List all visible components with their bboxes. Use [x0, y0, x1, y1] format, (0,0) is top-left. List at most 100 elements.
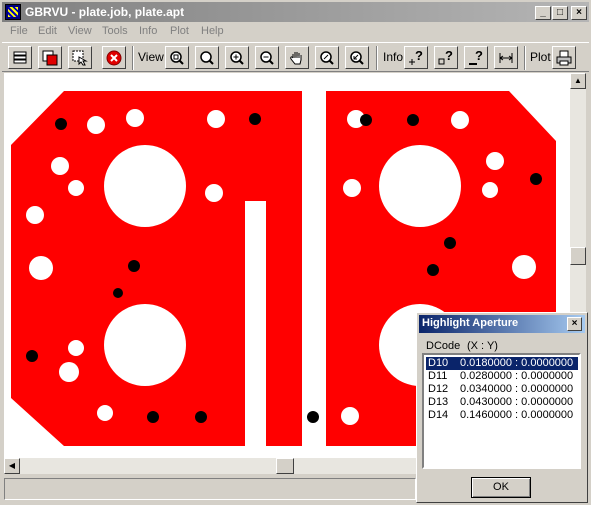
highlight-aperture-dialog: Highlight Aperture × DCode (X : Y) D10 0… — [416, 312, 588, 503]
menu-tools[interactable]: Tools — [102, 25, 128, 37]
aperture-size: 0.0180000 : 0.0000000 — [460, 357, 574, 369]
list-item[interactable]: D12 0.0340000 : 0.0000000 — [426, 383, 578, 396]
title-bar[interactable]: GBRVU - plate.job, plate.apt _ □ × — [2, 2, 589, 22]
pad — [97, 405, 113, 421]
window-title: GBRVU - plate.job, plate.apt — [25, 5, 185, 19]
pad — [341, 407, 359, 425]
drill-hit — [55, 118, 67, 130]
toolbar: View Info ? ? ? Plot — [2, 42, 589, 72]
drill-hit — [307, 411, 319, 423]
menu-file[interactable]: File — [10, 25, 28, 37]
stop-icon[interactable] — [102, 46, 126, 69]
drill-hit — [360, 114, 372, 126]
maximize-button[interactable]: □ — [552, 6, 568, 20]
dcode: D13 — [428, 396, 449, 408]
pad — [29, 256, 53, 280]
menu-view[interactable]: View — [68, 25, 92, 37]
status-bar — [4, 478, 416, 500]
horizontal-scroll-thumb[interactable] — [276, 458, 294, 474]
minimize-button[interactable]: _ — [535, 6, 551, 20]
plot-label: Plot — [530, 50, 551, 64]
mounting-hole — [379, 145, 461, 227]
horizontal-scrollbar[interactable]: ◀ — [4, 458, 420, 474]
measure-icon[interactable] — [494, 46, 518, 69]
scroll-left-icon[interactable]: ◀ — [4, 458, 20, 474]
aperture-list[interactable]: D10 0.0180000 : 0.0000000 D11 0.0280000 … — [422, 353, 581, 469]
dcode: D14 — [428, 409, 449, 421]
color-fill-icon[interactable] — [38, 46, 62, 69]
pad — [26, 206, 44, 224]
layers-icon[interactable] — [8, 46, 32, 69]
pad — [207, 110, 225, 128]
pad — [205, 184, 223, 202]
toolbar-separator — [132, 46, 134, 70]
print-icon[interactable] — [552, 46, 576, 69]
dialog-title: Highlight Aperture — [422, 317, 519, 329]
drill-hit — [195, 411, 207, 423]
copper-plate-left — [11, 91, 302, 446]
pad — [126, 109, 144, 127]
drill-hit — [147, 411, 159, 423]
menu-bar: File Edit View Tools Info Plot Help — [2, 23, 589, 41]
zoom-window-icon[interactable] — [195, 46, 219, 69]
column-header-xy: (X : Y) — [467, 340, 498, 352]
pad — [68, 180, 84, 196]
list-item[interactable]: D10 0.0180000 : 0.0000000 — [426, 357, 578, 370]
drill-hit — [113, 288, 123, 298]
zoom-fit-icon[interactable] — [315, 46, 339, 69]
ok-button[interactable]: OK — [471, 477, 531, 498]
zoom-minus-icon[interactable] — [255, 46, 279, 69]
main-window: GBRVU - plate.job, plate.apt _ □ × File … — [0, 0, 591, 505]
pad — [451, 111, 469, 129]
pad — [486, 152, 504, 170]
app-icon[interactable] — [5, 4, 21, 20]
menu-plot[interactable]: Plot — [170, 25, 189, 37]
zoom-previous-icon[interactable] — [345, 46, 369, 69]
drill-hit — [530, 173, 542, 185]
pad — [59, 362, 79, 382]
view-label: View — [138, 50, 164, 64]
aperture-size: 0.0280000 : 0.0000000 — [460, 370, 574, 382]
dialog-close-button[interactable]: × — [567, 317, 582, 331]
zoom-in-icon[interactable] — [165, 46, 189, 69]
dcode: D10 — [428, 357, 449, 369]
drill-hit — [128, 260, 140, 272]
mounting-hole — [104, 145, 186, 227]
info-line-icon[interactable]: ? — [464, 46, 488, 69]
menu-edit[interactable]: Edit — [38, 25, 57, 37]
info-point-icon[interactable]: ? — [404, 46, 428, 69]
menu-help[interactable]: Help — [201, 25, 224, 37]
pan-hand-icon[interactable] — [285, 46, 309, 69]
column-header-dcode: DCode — [426, 340, 461, 352]
close-button[interactable]: × — [571, 6, 587, 20]
list-item[interactable]: D11 0.0280000 : 0.0000000 — [426, 370, 578, 383]
dialog-title-bar[interactable]: Highlight Aperture × — [419, 315, 585, 333]
aperture-size: 0.0430000 : 0.0000000 — [460, 396, 574, 408]
info-aperture-icon[interactable]: ? — [434, 46, 458, 69]
list-item[interactable]: D13 0.0430000 : 0.0000000 — [426, 396, 578, 409]
pad — [87, 116, 105, 134]
toolbar-separator — [376, 46, 378, 70]
drill-hit — [444, 237, 456, 249]
pad — [68, 340, 84, 356]
dcode: D11 — [428, 370, 448, 382]
aperture-size: 0.0340000 : 0.0000000 — [460, 383, 574, 395]
drill-hit — [407, 114, 419, 126]
pad — [343, 179, 361, 197]
svg-text:?: ? — [445, 49, 453, 63]
pad — [51, 157, 69, 175]
zoom-plus-icon[interactable] — [225, 46, 249, 69]
select-arrow-icon[interactable] — [68, 46, 92, 69]
drill-hit — [26, 350, 38, 362]
scroll-up-icon[interactable]: ▲ — [570, 73, 586, 89]
toolbar-separator — [524, 46, 526, 70]
info-label: Info — [383, 50, 404, 64]
vertical-scroll-thumb[interactable] — [570, 247, 586, 265]
mounting-hole — [104, 304, 186, 386]
svg-text:?: ? — [475, 49, 483, 63]
dcode: D12 — [428, 383, 449, 395]
pad — [512, 255, 536, 279]
drill-hit — [427, 264, 439, 276]
list-item[interactable]: D14 0.1460000 : 0.0000000 — [426, 409, 578, 422]
menu-info[interactable]: Info — [139, 25, 157, 37]
